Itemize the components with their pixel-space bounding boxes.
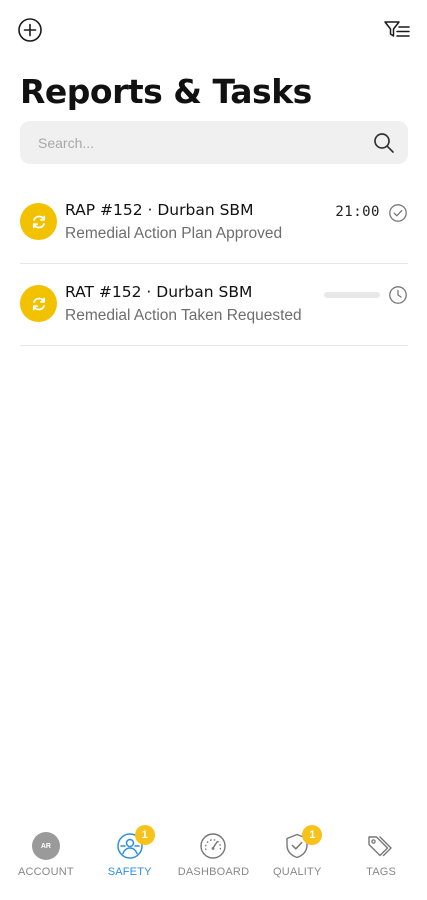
notification-badge: 1 xyxy=(134,825,155,845)
check-circle-icon xyxy=(389,204,407,222)
refresh-icon xyxy=(32,215,45,228)
search-icon[interactable] xyxy=(372,131,396,155)
plus-circle-icon xyxy=(18,18,42,42)
nav-label: QUALITY xyxy=(273,866,322,878)
nav-item-account[interactable]: AR ACCOUNT xyxy=(6,820,86,900)
nav-label: TAGS xyxy=(366,866,397,878)
nav-icon-wrap: 1 xyxy=(115,825,155,861)
gauge-icon xyxy=(200,833,227,859)
nav-label: SAFETY xyxy=(107,866,152,878)
page-title: Reports & Tasks xyxy=(20,72,312,111)
nav-item-safety[interactable]: 1 SAFETY xyxy=(90,820,170,900)
nav-item-quality[interactable]: 1 QUALITY xyxy=(257,820,337,900)
bottom-nav: AR ACCOUNT 1 SAFETY DASHBOARD 1 QUALITY … xyxy=(0,820,427,900)
nav-item-dashboard[interactable]: DASHBOARD xyxy=(173,820,253,900)
item-title: RAT #152 · Durban SBM xyxy=(65,283,253,301)
list-item[interactable]: RAP #152 · Durban SBM Remedial Action Pl… xyxy=(20,183,408,264)
filter-button[interactable] xyxy=(381,14,413,46)
clock-icon xyxy=(389,286,407,304)
item-title: RAP #152 · Durban SBM xyxy=(65,201,254,219)
refresh-icon xyxy=(32,297,45,310)
nav-label: ACCOUNT xyxy=(17,866,74,878)
nav-icon-wrap xyxy=(198,831,228,861)
notification-badge: 1 xyxy=(302,825,323,845)
nav-item-tags[interactable]: TAGS xyxy=(341,820,421,900)
status-circle xyxy=(20,285,57,322)
nav-icon-wrap xyxy=(366,831,396,861)
search-input[interactable] xyxy=(38,121,358,164)
add-button[interactable] xyxy=(14,14,46,46)
search-bar xyxy=(20,121,408,164)
top-bar xyxy=(14,14,413,46)
task-list: RAP #152 · Durban SBM Remedial Action Pl… xyxy=(20,183,408,346)
item-subtitle: Remedial Action Taken Requested xyxy=(65,307,302,324)
tags-icon xyxy=(368,836,392,857)
item-subtitle: Remedial Action Plan Approved xyxy=(65,225,283,242)
nav-icon-wrap: 1 xyxy=(282,825,323,861)
status-circle xyxy=(20,203,57,240)
time-placeholder xyxy=(324,292,380,298)
avatar: AR xyxy=(31,832,60,860)
nav-icon-wrap: AR xyxy=(31,831,61,861)
nav-label: DASHBOARD xyxy=(177,866,250,878)
item-time: 21:00 xyxy=(335,204,380,220)
list-item[interactable]: RAT #152 · Durban SBM Remedial Action Ta… xyxy=(20,265,408,346)
filter-list-icon xyxy=(384,21,410,37)
